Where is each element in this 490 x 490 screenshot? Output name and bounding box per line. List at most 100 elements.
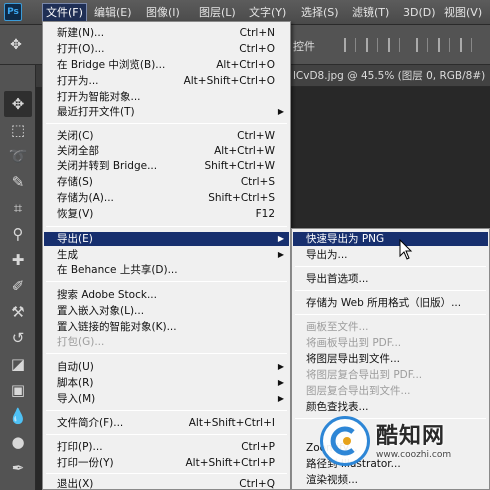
menu-item-search-adobe-stock[interactable]: 搜索 Adobe Stock... — [44, 288, 289, 302]
menu-item-artboards-to-files[interactable]: 画板至文件... — [293, 320, 488, 334]
menu-item-share-behance[interactable]: 在 Behance 上共享(D)... — [44, 263, 289, 277]
move-tool-icon[interactable]: ✥ — [6, 35, 26, 55]
menu-item-label: 文件简介(F)... — [57, 417, 124, 429]
menubar-file[interactable]: 文件(F) — [42, 3, 87, 22]
menu-item-shortcut: Ctrl+S — [240, 176, 275, 188]
menu-item-close-go-bridge[interactable]: 关闭并转到 Bridge... Shift+Ctrl+W — [44, 159, 289, 173]
menu-item-artboards-to-pdf[interactable]: 将画板导出到 PDF... — [293, 336, 488, 350]
menu-item-save[interactable]: 存储(S) Ctrl+S — [44, 175, 289, 189]
quick-select-icon[interactable]: ✎ — [4, 169, 32, 195]
menu-item-label: 导出首选项... — [306, 273, 369, 285]
menu-separator — [46, 473, 287, 474]
menu-item-export-as[interactable]: 导出为... — [293, 248, 488, 262]
menu-item-place-linked[interactable]: 置入链接的智能对象(K)... — [44, 320, 289, 334]
menu-item-label: 存储为 Web 所用格式（旧版）... — [306, 297, 462, 309]
menu-item-label: 存储为(A)... — [57, 192, 114, 204]
menu-item-label: 自动(U) — [57, 361, 94, 373]
menu-item-shortcut: Alt+Ctrl+O — [216, 59, 275, 71]
menu-item-quick-export-png[interactable]: 快速导出为 PNG — [293, 232, 488, 246]
menu-item-label: 关闭(C) — [57, 130, 94, 142]
crop-icon[interactable]: ⌗ — [4, 195, 32, 221]
menu-item-open-as[interactable]: 打开为... Alt+Shift+Ctrl+O — [44, 74, 289, 88]
menu-item-import[interactable]: 导入(M) ▶ — [44, 392, 289, 406]
menu-item-layer-comps-to-files[interactable]: 图层复合导出到文件... — [293, 384, 488, 398]
align-middle-icon[interactable] — [438, 38, 450, 52]
blur-icon[interactable]: 💧 — [4, 403, 32, 429]
align-top-icon[interactable] — [416, 38, 428, 52]
menu-item-close-all[interactable]: 关闭全部 Alt+Ctrl+W — [44, 144, 289, 158]
submenu-arrow-icon: ▶ — [277, 378, 284, 387]
menu-item-open[interactable]: 打开(O)... Ctrl+O — [44, 42, 289, 56]
menu-separator — [46, 281, 287, 282]
menu-item-shortcut: Alt+Shift+Ctrl+P — [185, 457, 276, 469]
menu-item-label: 导出为... — [306, 249, 348, 261]
dodge-icon[interactable]: ● — [4, 429, 32, 455]
menu-item-automate[interactable]: 自动(U) ▶ — [44, 360, 289, 374]
menu-item-recent-files[interactable]: 最近打开文件(T) ▶ — [44, 105, 289, 119]
gradient-icon[interactable]: ▣ — [4, 377, 32, 403]
menubar-view[interactable]: 视图(V) — [441, 3, 485, 22]
menu-item-export[interactable]: 导出(E) ▶ — [44, 232, 289, 246]
menubar-3d[interactable]: 3D(D) — [400, 3, 439, 22]
menu-item-label: 打包(G)... — [57, 336, 105, 348]
menu-item-close[interactable]: 关闭(C) Ctrl+W — [44, 129, 289, 143]
menu-item-label: 将画板导出到 PDF... — [306, 337, 402, 349]
watermark-url: www.coozhi.com — [376, 450, 452, 460]
menu-item-layer-comps-to-pdf[interactable]: 将图层复合导出到 PDF... — [293, 368, 488, 382]
menu-item-save-as[interactable]: 存储为(A)... Shift+Ctrl+S — [44, 191, 289, 205]
menubar-layer[interactable]: 图层(L) — [196, 3, 239, 22]
watermark-c-icon — [330, 426, 355, 456]
submenu-arrow-icon: ▶ — [277, 362, 284, 371]
menu-item-generate[interactable]: 生成 ▶ — [44, 248, 289, 262]
menu-item-new[interactable]: 新建(N)... Ctrl+N — [44, 26, 289, 40]
menu-item-layers-to-files[interactable]: 将图层导出到文件... — [293, 352, 488, 366]
menubar-filter[interactable]: 滤镜(T) — [349, 3, 392, 22]
align-bottom-icon[interactable] — [460, 38, 472, 52]
align-left-icon[interactable] — [344, 38, 356, 52]
eraser-icon[interactable]: ◪ — [4, 351, 32, 377]
submenu-arrow-icon: ▶ — [277, 394, 284, 403]
menu-item-label: 快速导出为 PNG — [306, 233, 385, 245]
menu-item-revert[interactable]: 恢复(V) F12 — [44, 207, 289, 221]
menu-item-exit[interactable]: 退出(X) Ctrl+Q — [44, 477, 289, 490]
transform-controls-label[interactable]: 控件 — [293, 38, 315, 54]
history-brush-icon[interactable]: ↺ — [4, 325, 32, 351]
menubar-edit[interactable]: 编辑(E) — [91, 3, 135, 22]
menu-item-shortcut: Ctrl+Q — [239, 478, 275, 490]
menu-item-shortcut: Ctrl+P — [241, 441, 275, 453]
menu-item-print[interactable]: 打印(P)... Ctrl+P — [44, 440, 289, 454]
watermark-logo-icon — [320, 416, 370, 466]
menu-item-print-one-copy[interactable]: 打印一份(Y) Alt+Shift+Ctrl+P — [44, 456, 289, 470]
menubar-select[interactable]: 选择(S) — [298, 3, 342, 22]
document-tab[interactable]: lCvD8.jpg @ 45.5% (图层 0, RGB/8#) — [290, 65, 490, 87]
menu-item-save-for-web[interactable]: 存储为 Web 所用格式（旧版）... — [293, 296, 488, 310]
healing-brush-icon[interactable]: ✚ — [4, 247, 32, 273]
menubar-type[interactable]: 文字(Y) — [246, 3, 289, 22]
clone-stamp-icon[interactable]: ⚒ — [4, 299, 32, 325]
submenu-arrow-icon: ▶ — [277, 107, 284, 116]
menu-item-package[interactable]: 打包(G)... — [44, 335, 289, 349]
brush-icon[interactable]: ✐ — [4, 273, 32, 299]
pen-icon[interactable]: ✒ — [4, 455, 32, 481]
menu-item-label: 搜索 Adobe Stock... — [57, 289, 157, 301]
move-icon[interactable]: ✥ — [4, 91, 32, 117]
menu-item-label: 恢复(V) — [57, 208, 94, 220]
menu-separator — [295, 314, 486, 315]
menu-item-export-preferences[interactable]: 导出首选项... — [293, 272, 488, 286]
menu-item-place-embedded[interactable]: 置入嵌入对象(L)... — [44, 304, 289, 318]
menu-item-file-info[interactable]: 文件简介(F)... Alt+Shift+Ctrl+I — [44, 416, 289, 430]
menu-item-browse-bridge[interactable]: 在 Bridge 中浏览(B)... Alt+Ctrl+O — [44, 58, 289, 72]
menu-item-open-smart-object[interactable]: 打开为智能对象... — [44, 90, 289, 104]
eyedropper-icon[interactable]: ⚲ — [4, 221, 32, 247]
menu-separator — [46, 226, 287, 227]
marquee-icon[interactable]: ⬚ — [4, 117, 32, 143]
menu-item-scripts[interactable]: 脚本(R) ▶ — [44, 376, 289, 390]
menu-item-label: 生成 — [57, 249, 78, 261]
watermark-brand: 酷知网 — [376, 424, 446, 449]
tools-panel: ✥ ⬚ ➰ ✎ ⌗ ⚲ ✚ ✐ ⚒ ↺ ◪ ▣ 💧 ● ✒ — [0, 65, 36, 490]
align-right-icon[interactable] — [388, 38, 400, 52]
lasso-icon[interactable]: ➰ — [4, 143, 32, 169]
menu-item-shortcut: Ctrl+N — [239, 27, 275, 39]
align-center-icon[interactable] — [366, 38, 378, 52]
menubar-image[interactable]: 图像(I) — [143, 3, 183, 22]
